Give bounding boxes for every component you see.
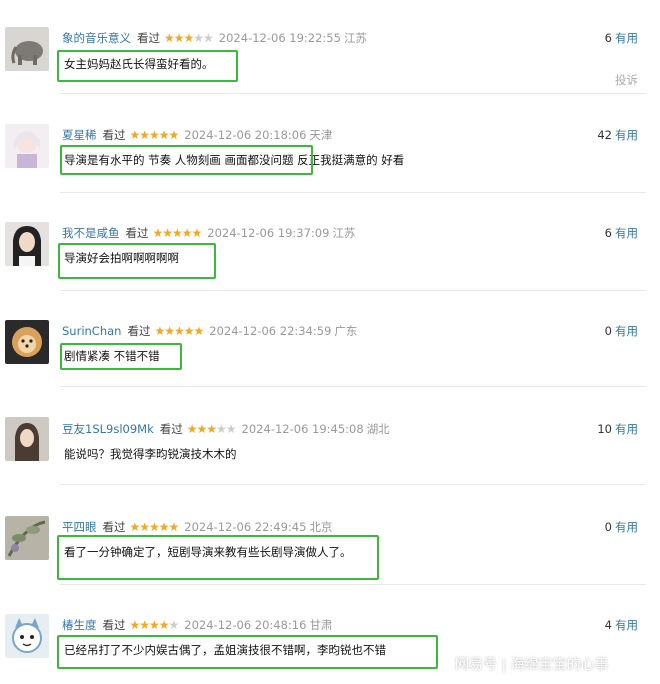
star-rating: ★★★★★ <box>164 31 214 45</box>
useful-button[interactable]: 有用 <box>615 128 638 142</box>
star-rating: ★★★★★ <box>129 618 180 632</box>
timestamp: 2024-12-06 19:37:09 <box>207 226 330 240</box>
star-rating: ★★★★★ <box>129 520 180 534</box>
timestamp: 2024-12-06 22:34:59 <box>209 324 332 338</box>
divider <box>60 386 646 387</box>
useful-count: 6 <box>604 31 612 45</box>
avatar[interactable] <box>5 222 49 266</box>
watched-label: 看过 <box>159 422 183 436</box>
useful-button[interactable]: 有用 <box>615 618 638 632</box>
username-link[interactable]: SurinChan <box>62 324 121 338</box>
divider <box>60 584 646 585</box>
useful-button[interactable]: 有用 <box>615 422 638 436</box>
watched-label: 看过 <box>102 618 126 632</box>
username-link[interactable]: 椿生度 <box>62 618 97 632</box>
highlight-box <box>57 635 438 669</box>
username-link[interactable]: 夏星稀 <box>62 128 97 142</box>
location: 江苏 <box>332 226 356 240</box>
location: 广东 <box>334 324 358 338</box>
location: 湖北 <box>366 422 390 436</box>
useful-button[interactable]: 有用 <box>615 324 638 338</box>
highlight-box <box>58 243 216 279</box>
star-rating: ★★★★★ <box>129 128 180 142</box>
watched-label: 看过 <box>102 128 126 142</box>
useful-button[interactable]: 有用 <box>615 520 638 534</box>
username-link[interactable]: 平四眼 <box>62 520 97 534</box>
username-link[interactable]: 象的音乐意义 <box>62 31 131 45</box>
avatar[interactable] <box>5 124 49 168</box>
location: 天津 <box>309 128 333 142</box>
useful-count: 42 <box>597 128 612 142</box>
useful-button[interactable]: 有用 <box>615 226 638 240</box>
avatar[interactable] <box>5 27 49 71</box>
highlight-box <box>60 145 313 175</box>
divider <box>60 290 646 291</box>
avatar[interactable] <box>5 320 49 364</box>
highlight-box <box>60 343 182 370</box>
watched-label: 看过 <box>137 31 160 45</box>
avatar[interactable] <box>5 614 49 658</box>
comment-text: 能说吗？我觉得李昀锐演技木木的 <box>64 447 237 461</box>
useful-button[interactable]: 有用 <box>615 31 638 45</box>
divider <box>60 484 646 485</box>
star-rating: ★★★★★ <box>154 324 204 338</box>
watched-label: 看过 <box>127 324 151 338</box>
location: 甘肃 <box>309 618 333 632</box>
location: 北京 <box>309 520 333 534</box>
useful-count: 0 <box>604 520 612 534</box>
timestamp: 2024-12-06 22:49:45 <box>184 520 307 534</box>
username-link[interactable]: 我不是咸鱼 <box>62 226 120 240</box>
divider <box>60 93 646 94</box>
highlight-box <box>57 50 238 82</box>
divider <box>60 192 646 193</box>
highlight-box <box>57 535 379 580</box>
username-link[interactable]: 豆友1SL9sl09Mk <box>62 422 154 436</box>
useful-count: 10 <box>597 422 612 436</box>
watermark-text: 网易号 | 海绵宝宝的心事 <box>455 657 609 673</box>
timestamp: 2024-12-06 20:18:06 <box>184 128 307 142</box>
location: 江苏 <box>343 31 367 45</box>
timestamp: 2024-12-06 19:22:55 <box>218 31 341 45</box>
useful-count: 6 <box>604 226 612 240</box>
useful-count: 4 <box>604 618 612 632</box>
timestamp: 2024-12-06 19:45:08 <box>241 422 364 436</box>
watched-label: 看过 <box>125 226 149 240</box>
report-link[interactable]: 投诉 <box>615 72 638 88</box>
watched-label: 看过 <box>102 520 126 534</box>
avatar[interactable] <box>5 417 49 461</box>
timestamp: 2024-12-06 20:48:16 <box>184 618 307 632</box>
avatar[interactable] <box>5 516 49 560</box>
useful-count: 0 <box>604 324 612 338</box>
star-rating: ★★★★★ <box>152 226 203 240</box>
star-rating: ★★★★★ <box>186 422 237 436</box>
